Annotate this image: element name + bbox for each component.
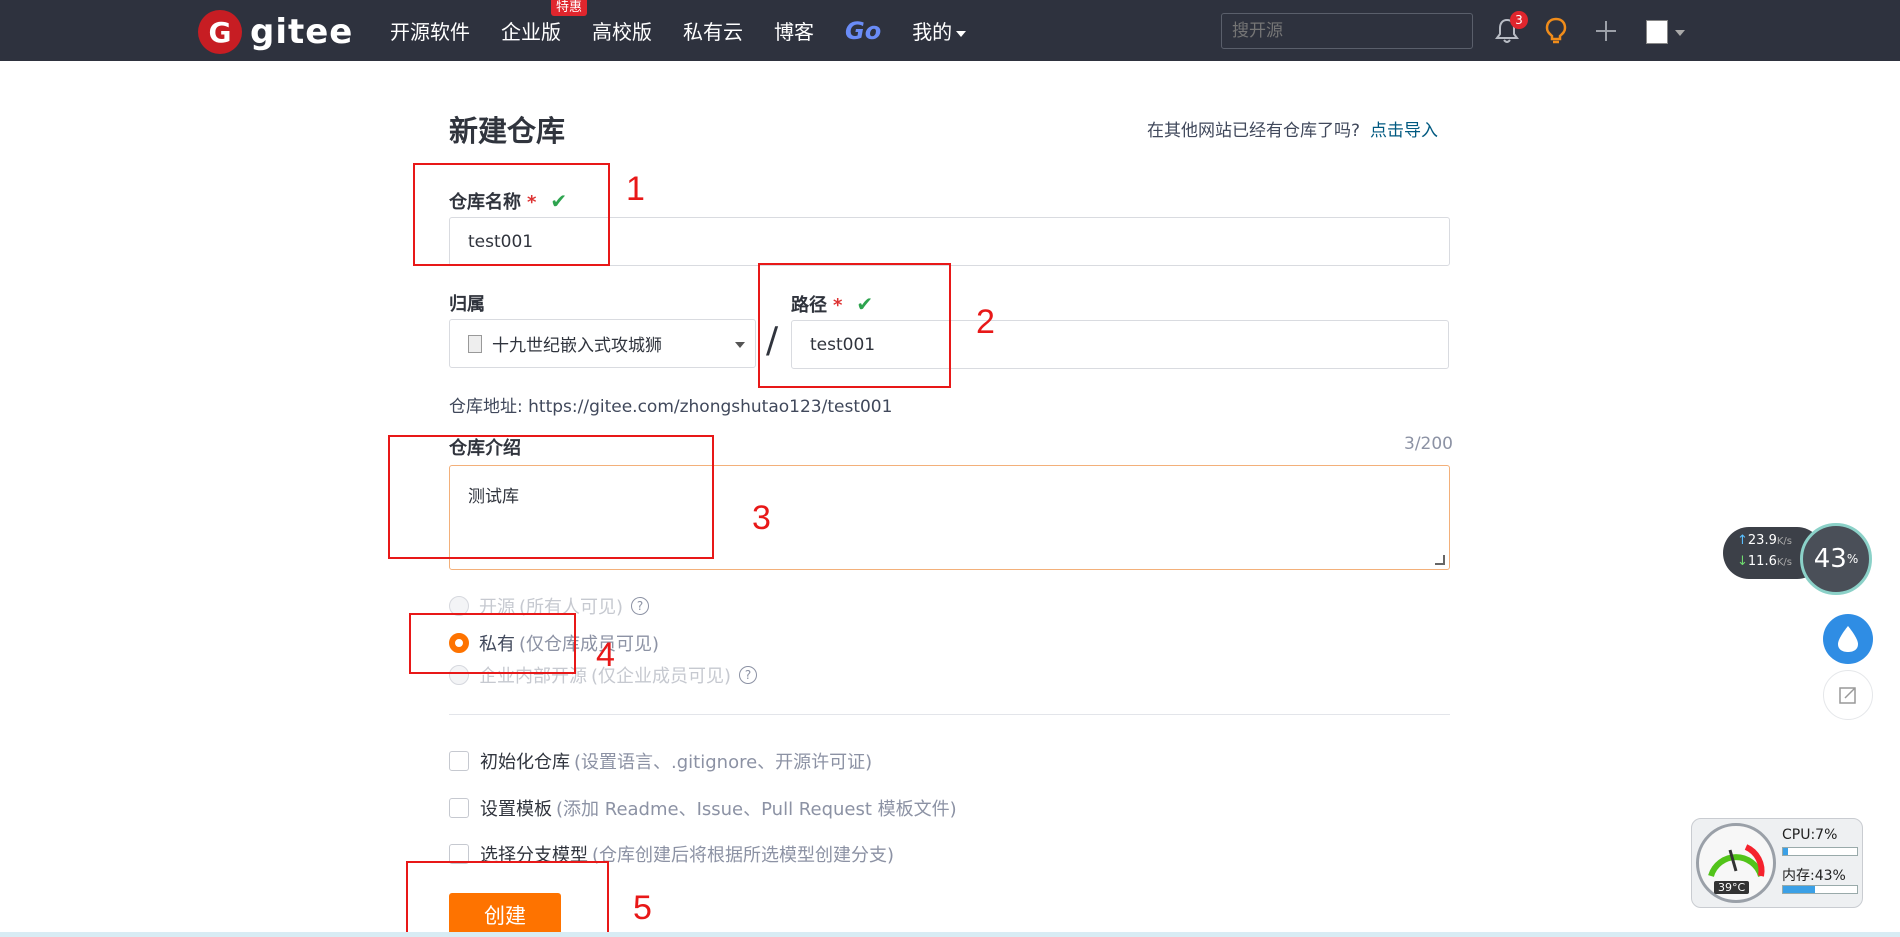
owner-select-value: 十九世纪嵌入式攻城狮 [492,336,662,356]
gitee-logo-text: gitee [250,12,354,52]
memory-usage: 内存:43% [1782,868,1846,884]
upload-speed-value: 23.9 [1747,533,1777,548]
checkbox-init-repo[interactable] [449,751,469,771]
network-percent-circle: 43% [1800,523,1872,595]
import-prompt: 在其他网站已经有仓库了吗? 点击导入 [1147,116,1438,141]
percent-sign: % [1846,552,1859,566]
memory-bar-fill [1783,886,1815,893]
option-init-repo[interactable]: 初始化仓库 (设置语言、.gitignore、开源许可证) [449,748,872,774]
annotation-box-3 [388,435,714,559]
resize-handle-icon[interactable] [1435,555,1445,565]
import-link[interactable]: 点击导入 [1370,121,1438,141]
owner-select[interactable]: 十九世纪嵌入式攻城狮 [449,319,756,368]
divider [449,714,1450,715]
cpu-usage: CPU:7% [1782,827,1838,843]
annotation-box-1 [413,163,610,266]
annotation-box-2 [758,263,951,388]
nav-education[interactable]: 高校版 [592,16,652,45]
water-drop-icon[interactable] [1823,614,1873,664]
main-nav: 开源软件 企业版 特惠 高校版 私有云 博客 Go 我的 [390,0,997,61]
edit-feedback-icon[interactable] [1823,670,1873,720]
import-prompt-text: 在其他网站已经有仓库了吗? [1147,121,1361,141]
page-title: 新建仓库 [449,114,566,148]
option-template-sub: (添加 Readme、Issue、Pull Request 模板文件) [556,799,957,820]
bottom-edge [0,932,1900,937]
download-speed-value: 11.6 [1747,554,1777,569]
annotation-number-3: 3 [752,499,771,537]
option-init-repo-label: 初始化仓库 [480,752,570,773]
lightbulb-icon[interactable] [1541,16,1571,46]
memory-bar [1782,885,1858,894]
annotation-number-1: 1 [626,170,645,208]
option-template[interactable]: 设置模板 (添加 Readme、Issue、Pull Request 模板文件) [449,795,957,821]
nav-mine[interactable]: 我的 [912,16,967,45]
nav-enterprise-label: 企业版 [501,20,561,44]
option-init-repo-sub: (设置语言、.gitignore、开源许可证) [574,752,873,773]
top-navigation-bar: G gitee 开源软件 企业版 特惠 高校版 私有云 博客 Go 我的 3 [0,0,1900,61]
help-icon[interactable]: ? [631,597,650,615]
option-branch-model-sub: (仓库创建后将根据所选模型创建分支) [592,845,895,866]
temperature-value: 39°C [1714,881,1750,894]
option-template-label: 设置模板 [480,799,552,820]
chevron-down-icon [735,342,745,348]
nav-go[interactable]: Go [845,17,881,45]
annotation-box-5 [406,861,609,935]
checkbox-template[interactable] [449,798,469,818]
description-counter: 3/200 [1404,434,1453,454]
gitee-logo[interactable]: G gitee [198,10,353,54]
chevron-down-icon [956,30,967,37]
avatar-chevron-down-icon[interactable] [1675,30,1685,36]
owner-label: 归属 [449,294,485,315]
annotation-number-5: 5 [633,889,652,927]
upload-speed-unit: K/s [1776,536,1792,547]
network-speed-widget[interactable]: ↑23.9K/s ↓11.6K/s 43% [1723,523,1873,595]
download-speed-unit: K/s [1776,557,1792,568]
nav-blog[interactable]: 博客 [774,16,814,45]
network-percent: 43 [1813,544,1847,574]
owner-avatar [468,334,482,353]
cpu-bar [1782,847,1858,856]
nav-mine-label: 我的 [912,20,953,44]
system-monitor-widget[interactable]: 39°C CPU:7% 内存:43% [1691,818,1863,908]
plus-icon[interactable] [1591,16,1621,46]
annotation-box-4 [409,613,576,674]
annotation-number-4: 4 [596,636,615,674]
nav-private-cloud[interactable]: 私有云 [683,16,743,45]
user-avatar[interactable] [1646,20,1668,44]
promo-badge: 特惠 [551,0,588,16]
search-input[interactable] [1221,13,1473,49]
nav-enterprise[interactable]: 企业版 特惠 [501,0,588,45]
help-icon[interactable]: ? [739,666,758,684]
annotation-number-2: 2 [976,303,995,341]
gitee-logo-icon: G [198,10,242,54]
nav-open-source[interactable]: 开源软件 [390,16,470,45]
repo-url-line: 仓库地址: https://gitee.com/zhongshutao123/t… [449,397,893,417]
notification-count-badge: 3 [1510,11,1528,29]
cpu-bar-fill [1783,848,1789,855]
